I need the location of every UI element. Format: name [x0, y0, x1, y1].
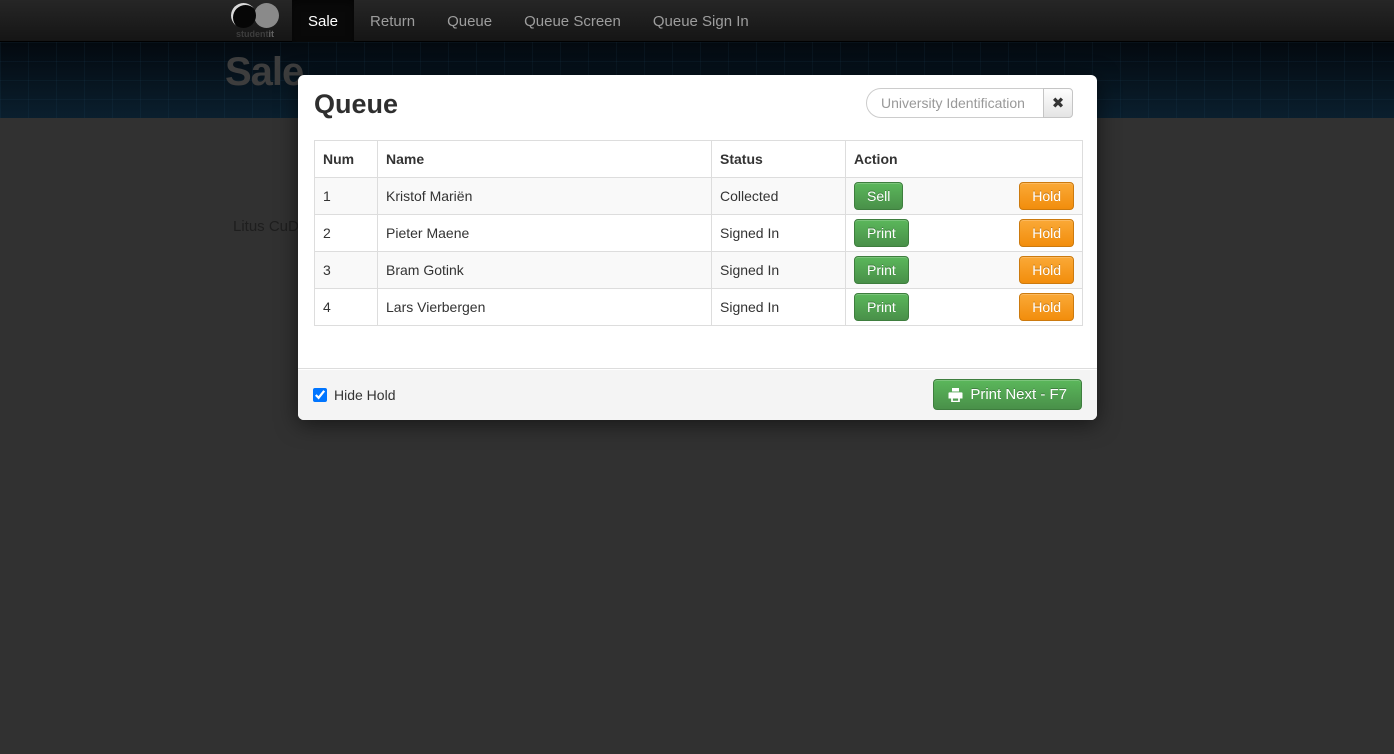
- queue-modal: Queue ✖ Num Name Status Action 1 Kristof: [298, 75, 1097, 420]
- nav-item-return[interactable]: Return: [354, 0, 431, 42]
- hide-hold-checkbox[interactable]: [313, 388, 327, 402]
- logo-circle-black: [231, 3, 256, 28]
- logo-text: studentit: [226, 30, 284, 39]
- cell-num: 3: [315, 252, 378, 289]
- hide-hold-toggle[interactable]: Hide Hold: [313, 387, 395, 403]
- cell-name: Bram Gotink: [378, 252, 712, 289]
- sell-button[interactable]: Sell: [854, 182, 903, 210]
- cell-num: 4: [315, 289, 378, 326]
- header-num: Num: [315, 141, 378, 178]
- print-button[interactable]: Print: [854, 293, 909, 321]
- navbar: studentit Sale Return Queue Queue Screen…: [0, 0, 1394, 42]
- table-row: 2 Pieter Maene Signed In Print Hold: [315, 215, 1083, 252]
- hide-hold-label: Hide Hold: [334, 387, 395, 403]
- cell-status: Signed In: [712, 252, 846, 289]
- queue-table: Num Name Status Action 1 Kristof Mariën …: [314, 140, 1083, 326]
- table-row: 4 Lars Vierbergen Signed In Print Hold: [315, 289, 1083, 326]
- table-row: 3 Bram Gotink Signed In Print Hold: [315, 252, 1083, 289]
- cell-action: Print Hold: [846, 252, 1083, 289]
- close-button[interactable]: ✖: [1043, 88, 1073, 118]
- modal-header: Queue ✖: [298, 75, 1097, 121]
- print-next-label: Print Next - F7: [970, 386, 1067, 403]
- cell-num: 2: [315, 215, 378, 252]
- cell-name: Kristof Mariën: [378, 178, 712, 215]
- hold-button[interactable]: Hold: [1019, 293, 1074, 321]
- nav-item-queue-sign-in[interactable]: Queue Sign In: [637, 0, 765, 42]
- nav-item-queue[interactable]: Queue: [431, 0, 508, 42]
- identification-input-group: ✖: [866, 88, 1073, 118]
- university-identification-input[interactable]: [866, 88, 1044, 118]
- cell-status: Signed In: [712, 215, 846, 252]
- close-icon: ✖: [1052, 94, 1065, 112]
- hold-button[interactable]: Hold: [1019, 256, 1074, 284]
- print-button[interactable]: Print: [854, 219, 909, 247]
- studentit-logo[interactable]: studentit: [226, 3, 284, 39]
- print-button[interactable]: Print: [854, 256, 909, 284]
- page-title: Sale: [225, 50, 303, 95]
- cell-num: 1: [315, 178, 378, 215]
- cell-action: Print Hold: [846, 215, 1083, 252]
- header-name: Name: [378, 141, 712, 178]
- hold-button[interactable]: Hold: [1019, 182, 1074, 210]
- cell-action: Print Hold: [846, 289, 1083, 326]
- background-content-text: Litus CuD: [233, 218, 299, 235]
- nav-item-queue-screen[interactable]: Queue Screen: [508, 0, 637, 42]
- cell-name: Lars Vierbergen: [378, 289, 712, 326]
- header-status: Status: [712, 141, 846, 178]
- nav-menu: Sale Return Queue Queue Screen Queue Sig…: [292, 0, 765, 42]
- printer-icon: [948, 388, 963, 402]
- table-header-row: Num Name Status Action: [315, 141, 1083, 178]
- modal-title: Queue: [314, 87, 398, 121]
- modal-body: Num Name Status Action 1 Kristof Mariën …: [298, 121, 1097, 326]
- print-next-button[interactable]: Print Next - F7: [933, 379, 1082, 410]
- nav-item-sale[interactable]: Sale: [292, 0, 354, 42]
- modal-footer: Hide Hold Print Next - F7: [298, 368, 1097, 420]
- hold-button[interactable]: Hold: [1019, 219, 1074, 247]
- cell-status: Collected: [712, 178, 846, 215]
- table-row: 1 Kristof Mariën Collected Sell Hold: [315, 178, 1083, 215]
- logo-circles-icon: [231, 3, 279, 29]
- cell-name: Pieter Maene: [378, 215, 712, 252]
- header-action: Action: [846, 141, 1083, 178]
- logo-circle-gray: [254, 3, 279, 28]
- cell-action: Sell Hold: [846, 178, 1083, 215]
- cell-status: Signed In: [712, 289, 846, 326]
